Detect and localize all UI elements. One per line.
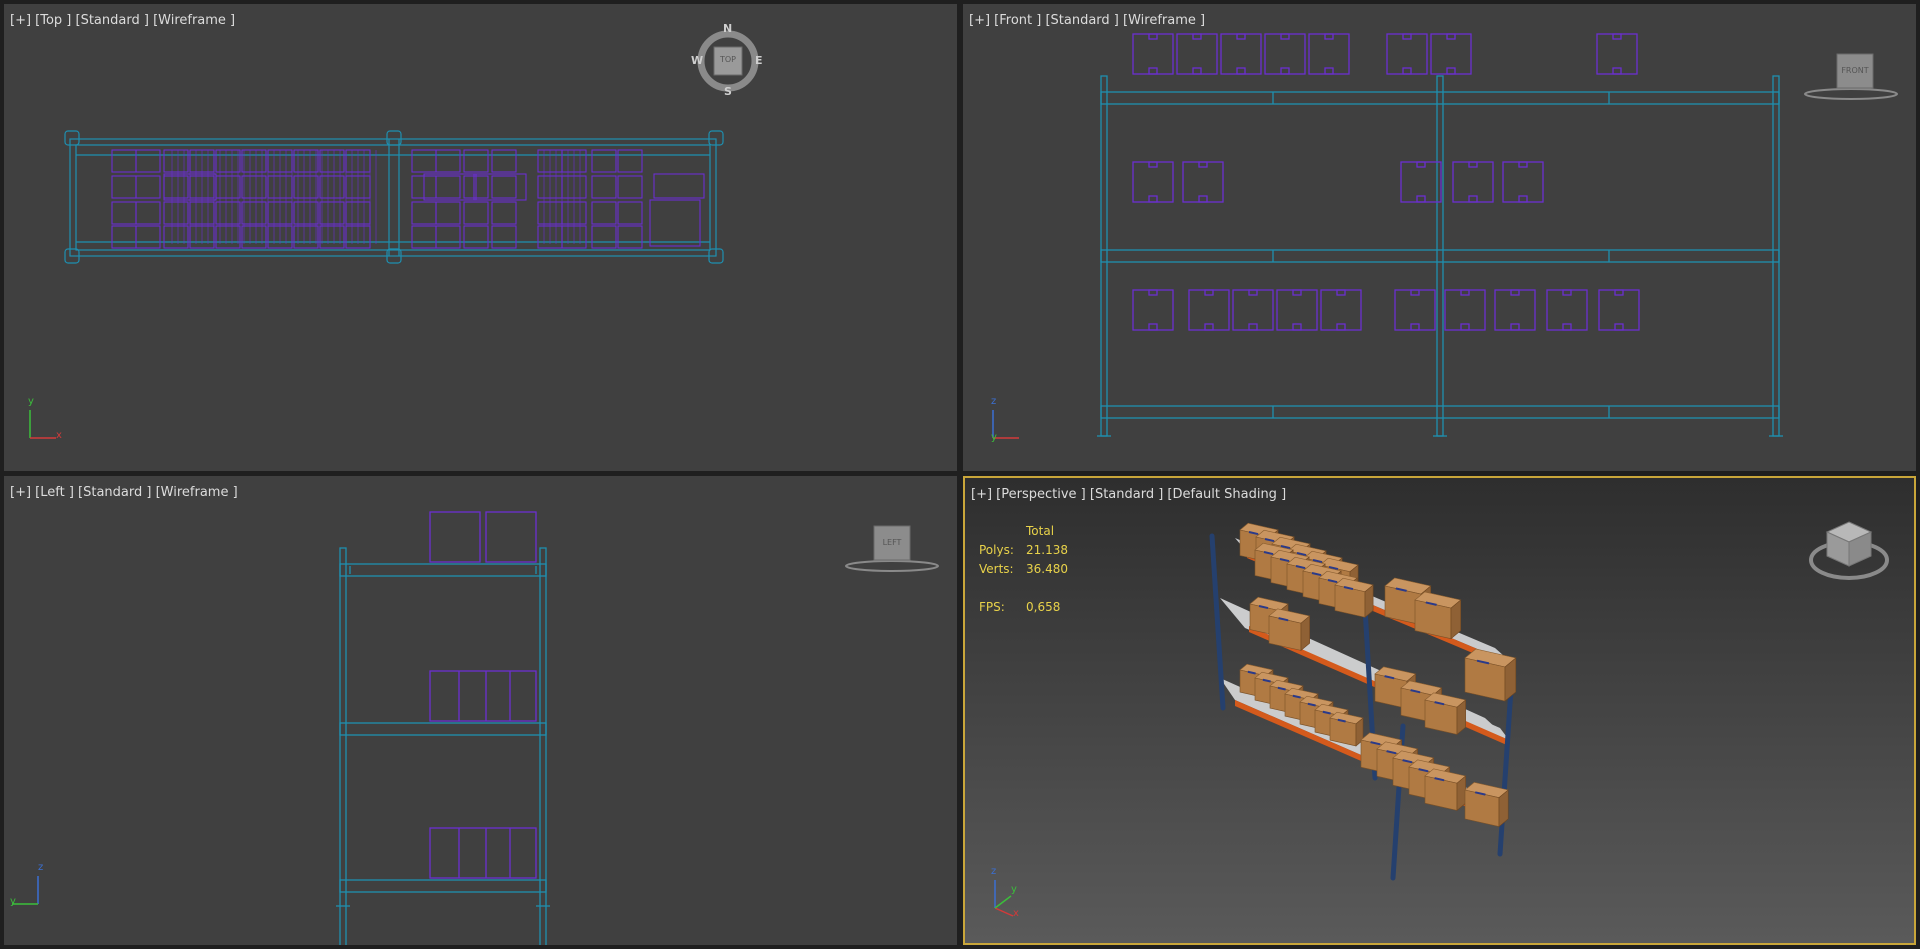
axis-label-y: y [10,896,16,907]
viewcube-left-face[interactable]: LEFT [874,538,910,547]
compass-e: E [755,54,763,67]
axis-tripod-icon: z y [987,396,1027,453]
axis-tripod-icon: y x [24,396,64,453]
axis-label-x: x [1013,908,1019,919]
axis-label-x: x [56,430,62,441]
axis-tripod-icon: z y [8,862,48,927]
perspective-shaded-scene [1209,522,1517,881]
axis-label-y: y [1011,884,1017,895]
top-wireframe-scene [64,130,724,264]
axis-label-z: z [991,396,997,407]
front-wireframe-scene [1097,33,1783,437]
viewcube-left[interactable]: LEFT [842,522,942,582]
compass-s: S [724,85,732,98]
viewcube-top[interactable]: TOP N S E W [691,22,764,98]
viewcube-front-face[interactable]: FRONT [1837,66,1873,75]
axis-label-y: y [991,432,997,443]
viewcube-front[interactable]: FRONT [1801,50,1901,110]
axis-label-z: z [991,866,997,877]
viewcube-icon [845,525,939,572]
axis-label-z: z [38,862,44,873]
compass-n: N [723,22,733,35]
viewport-top[interactable]: [+] [Top ] [Standard ] [Wireframe ] TOP … [4,4,957,471]
viewport-left[interactable]: [+] [Left ] [Standard ] [Wireframe ] LEF… [4,476,957,945]
viewport-front[interactable]: [+] [Front ] [Standard ] [Wireframe ] FR… [963,4,1916,471]
viewcube-top-face[interactable]: TOP [714,55,742,64]
axis-tripod-icon: z y x [985,866,1025,925]
left-wireframe-scene [336,511,550,945]
viewcube-icon [1804,53,1898,100]
compass-w: W [691,54,704,67]
axis-label-y: y [28,396,34,407]
viewcube-icon [1809,521,1889,580]
viewport-perspective[interactable]: [+] [Perspective ] [Standard ] [Default … [963,476,1916,945]
viewcube-perspective[interactable] [1807,512,1891,586]
